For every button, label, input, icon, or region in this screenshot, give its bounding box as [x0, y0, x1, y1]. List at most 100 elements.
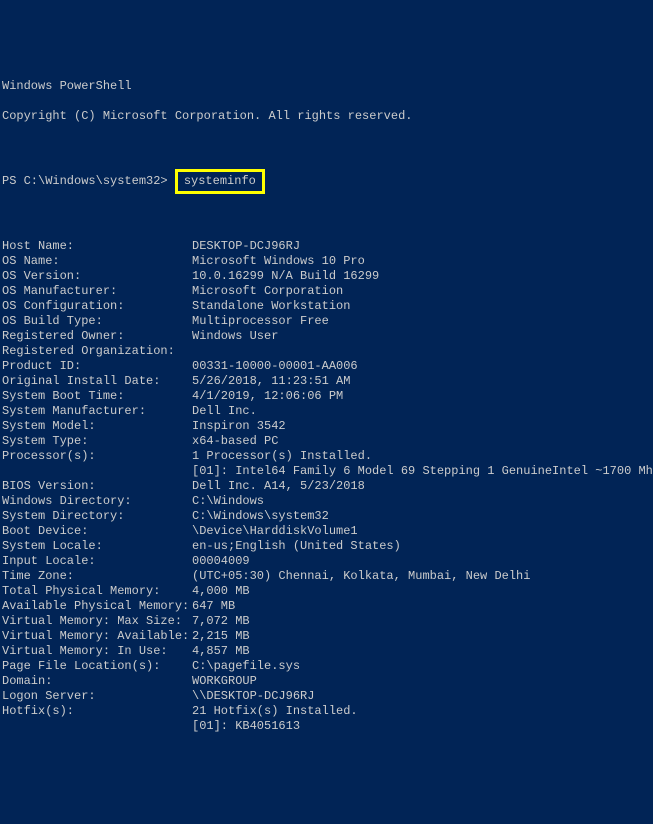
info-row: Virtual Memory: In Use:4,857 MB — [2, 644, 651, 659]
info-label: System Directory: — [2, 509, 192, 524]
info-value: \\DESKTOP-DCJ96RJ — [192, 689, 314, 704]
info-row: System Boot Time:4/1/2019, 12:06:06 PM — [2, 389, 651, 404]
systeminfo-output: Host Name:DESKTOP-DCJ96RJOS Name:Microso… — [2, 239, 651, 734]
info-row: Product ID:00331-10000-00001-AA006 — [2, 359, 651, 374]
info-row: Host Name:DESKTOP-DCJ96RJ — [2, 239, 651, 254]
info-row: OS Name:Microsoft Windows 10 Pro — [2, 254, 651, 269]
info-value: [01]: KB4051613 — [192, 719, 300, 734]
info-value: Microsoft Windows 10 Pro — [192, 254, 365, 269]
copyright-line: Copyright (C) Microsoft Corporation. All… — [2, 109, 651, 124]
info-value: 00004009 — [192, 554, 250, 569]
info-value: \Device\HarddiskVolume1 — [192, 524, 358, 539]
info-label: Virtual Memory: Available: — [2, 629, 192, 644]
info-row: OS Build Type:Multiprocessor Free — [2, 314, 651, 329]
info-label: Input Locale: — [2, 554, 192, 569]
info-value: (UTC+05:30) Chennai, Kolkata, Mumbai, Ne… — [192, 569, 530, 584]
prompt-line: PS C:\Windows\system32> systeminfo — [2, 169, 651, 194]
info-row: OS Manufacturer:Microsoft Corporation — [2, 284, 651, 299]
info-row: Original Install Date:5/26/2018, 11:23:5… — [2, 374, 651, 389]
info-label: System Boot Time: — [2, 389, 192, 404]
info-label: Processor(s): — [2, 449, 192, 464]
info-value: C:\Windows — [192, 494, 264, 509]
info-row: Registered Owner:Windows User — [2, 329, 651, 344]
info-value: Dell Inc. — [192, 404, 257, 419]
info-label: Product ID: — [2, 359, 192, 374]
info-row: Windows Directory:C:\Windows — [2, 494, 651, 509]
info-label: Original Install Date: — [2, 374, 192, 389]
info-label: Time Zone: — [2, 569, 192, 584]
info-row: Available Physical Memory:647 MB — [2, 599, 651, 614]
info-value: en-us;English (United States) — [192, 539, 401, 554]
info-row: Processor(s):1 Processor(s) Installed. — [2, 449, 651, 464]
command-text: systeminfo — [184, 174, 256, 188]
info-row: Domain:WORKGROUP — [2, 674, 651, 689]
info-row: System Locale:en-us;English (United Stat… — [2, 539, 651, 554]
info-value: Microsoft Corporation — [192, 284, 343, 299]
info-label: Windows Directory: — [2, 494, 192, 509]
info-row: System Model:Inspiron 3542 — [2, 419, 651, 434]
info-label: Virtual Memory: In Use: — [2, 644, 192, 659]
command-highlight: systeminfo — [175, 169, 265, 194]
info-value: WORKGROUP — [192, 674, 257, 689]
info-label: System Model: — [2, 419, 192, 434]
info-row: [01]: KB4051613 — [2, 719, 651, 734]
info-value: [01]: Intel64 Family 6 Model 69 Stepping… — [192, 464, 653, 479]
info-label: Available Physical Memory: — [2, 599, 192, 614]
info-value: 00331-10000-00001-AA006 — [192, 359, 358, 374]
info-label: OS Name: — [2, 254, 192, 269]
info-value: 5/26/2018, 11:23:51 AM — [192, 374, 350, 389]
info-label: BIOS Version: — [2, 479, 192, 494]
info-label: OS Build Type: — [2, 314, 192, 329]
info-row: Registered Organization: — [2, 344, 651, 359]
info-row: Input Locale:00004009 — [2, 554, 651, 569]
info-value: Inspiron 3542 — [192, 419, 286, 434]
info-row: [01]: Intel64 Family 6 Model 69 Stepping… — [2, 464, 651, 479]
info-label: Domain: — [2, 674, 192, 689]
info-value: Dell Inc. A14, 5/23/2018 — [192, 479, 365, 494]
info-label: Boot Device: — [2, 524, 192, 539]
info-row: Logon Server:\\DESKTOP-DCJ96RJ — [2, 689, 651, 704]
info-value: 21 Hotfix(s) Installed. — [192, 704, 358, 719]
info-label: OS Configuration: — [2, 299, 192, 314]
info-row: System Type:x64-based PC — [2, 434, 651, 449]
terminal-output[interactable]: Windows PowerShell Copyright (C) Microso… — [2, 64, 651, 749]
info-value: 1 Processor(s) Installed. — [192, 449, 372, 464]
info-row: Total Physical Memory:4,000 MB — [2, 584, 651, 599]
info-label: System Type: — [2, 434, 192, 449]
info-row: Hotfix(s):21 Hotfix(s) Installed. — [2, 704, 651, 719]
info-value: 7,072 MB — [192, 614, 250, 629]
info-row: System Directory:C:\Windows\system32 — [2, 509, 651, 524]
info-value: x64-based PC — [192, 434, 278, 449]
info-row: Time Zone:(UTC+05:30) Chennai, Kolkata, … — [2, 569, 651, 584]
info-label: Registered Owner: — [2, 329, 192, 344]
info-row: Page File Location(s):C:\pagefile.sys — [2, 659, 651, 674]
info-value: 2,215 MB — [192, 629, 250, 644]
info-value: C:\pagefile.sys — [192, 659, 300, 674]
info-value: Windows User — [192, 329, 278, 344]
info-row: Virtual Memory: Max Size:7,072 MB — [2, 614, 651, 629]
info-label: Hotfix(s): — [2, 704, 192, 719]
info-label: OS Version: — [2, 269, 192, 284]
info-value: 4,857 MB — [192, 644, 250, 659]
info-value: 4/1/2019, 12:06:06 PM — [192, 389, 343, 404]
prompt-path: PS C:\Windows\system32> — [2, 174, 175, 188]
info-row: Virtual Memory: Available:2,215 MB — [2, 629, 651, 644]
info-value: 10.0.16299 N/A Build 16299 — [192, 269, 379, 284]
info-value: Multiprocessor Free — [192, 314, 329, 329]
info-label: Virtual Memory: Max Size: — [2, 614, 192, 629]
info-label: System Manufacturer: — [2, 404, 192, 419]
info-label: Registered Organization: — [2, 344, 192, 359]
info-label: Logon Server: — [2, 689, 192, 704]
info-row: System Manufacturer:Dell Inc. — [2, 404, 651, 419]
info-value: 647 MB — [192, 599, 235, 614]
info-row: BIOS Version:Dell Inc. A14, 5/23/2018 — [2, 479, 651, 494]
info-row: Boot Device:\Device\HarddiskVolume1 — [2, 524, 651, 539]
info-label: Total Physical Memory: — [2, 584, 192, 599]
info-label: Host Name: — [2, 239, 192, 254]
info-value: C:\Windows\system32 — [192, 509, 329, 524]
info-label: OS Manufacturer: — [2, 284, 192, 299]
info-label: System Locale: — [2, 539, 192, 554]
info-row: OS Version:10.0.16299 N/A Build 16299 — [2, 269, 651, 284]
info-row: OS Configuration:Standalone Workstation — [2, 299, 651, 314]
info-value: 4,000 MB — [192, 584, 250, 599]
